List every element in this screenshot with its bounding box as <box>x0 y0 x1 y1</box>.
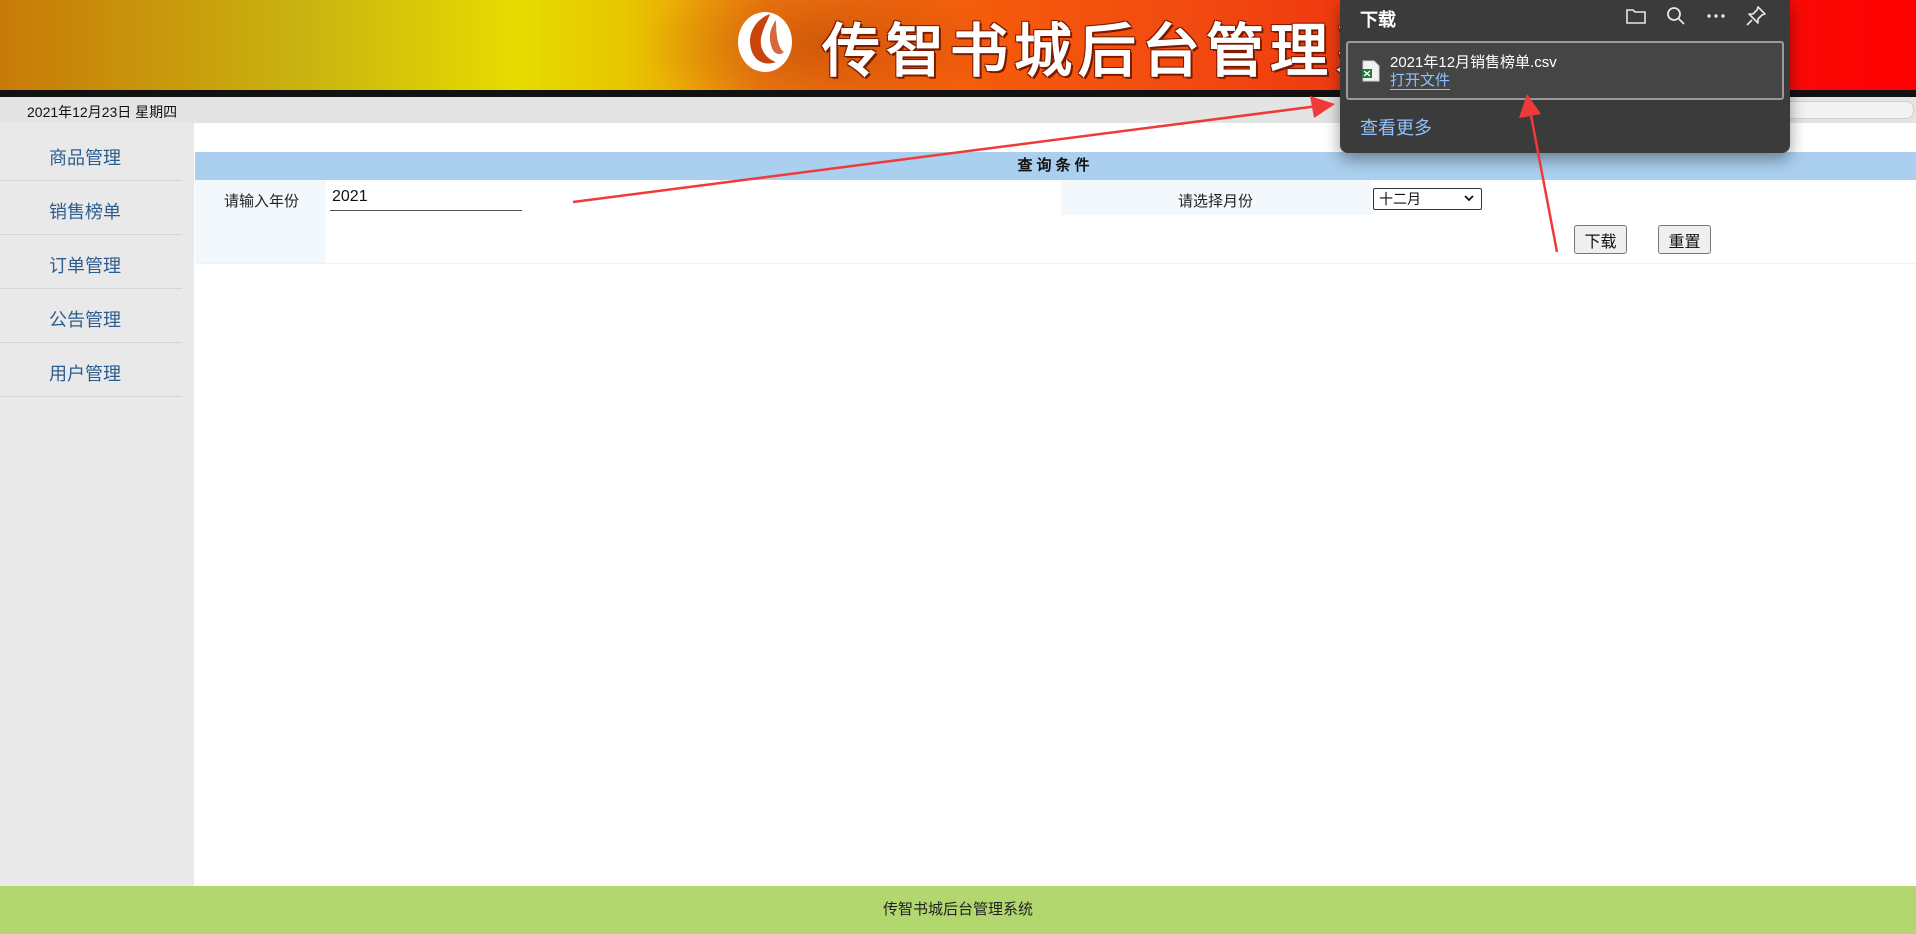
sidebar-item-sales-ranking[interactable]: 销售榜单 <box>0 181 182 235</box>
open-file-link[interactable]: 打开文件 <box>1390 72 1451 90</box>
chevron-down-icon <box>1464 195 1474 202</box>
download-item[interactable]: 2021年12月销售榜单.csv 打开文件 <box>1346 41 1784 100</box>
see-more-link[interactable]: 查看更多 <box>1360 114 1432 140</box>
logo-mark-icon <box>738 12 792 72</box>
sidebar-item-notices[interactable]: 公告管理 <box>0 289 182 343</box>
sidebar-item-orders[interactable]: 订单管理 <box>0 235 182 289</box>
download-button[interactable]: 下载 <box>1574 225 1627 254</box>
download-file-name: 2021年12月销售榜单.csv <box>1390 54 1557 71</box>
marquee-scroll-track <box>1772 101 1914 119</box>
month-label: 请选择月份 <box>1178 193 1254 210</box>
downloads-panel: 下载 2021年12月销售榜单.csv 打开文件 查看更多 <box>1340 0 1790 153</box>
reset-button[interactable]: 重置 <box>1658 225 1711 254</box>
query-conditions-header: 查询条件 <box>195 152 1916 180</box>
month-select[interactable]: 十二月 <box>1373 188 1482 210</box>
year-input[interactable] <box>330 183 522 211</box>
footer: 传智书城后台管理系统 <box>0 886 1916 934</box>
pin-icon[interactable] <box>1744 4 1768 28</box>
sidebar-item-users[interactable]: 用户管理 <box>0 343 182 397</box>
query-divider <box>195 263 1916 264</box>
folder-icon[interactable] <box>1624 4 1648 28</box>
downloads-title: 下载 <box>1360 10 1396 30</box>
excel-file-icon <box>1362 60 1380 82</box>
more-icon[interactable] <box>1704 4 1728 28</box>
month-select-value: 十二月 <box>1379 191 1421 207</box>
search-icon[interactable] <box>1664 4 1688 28</box>
sidebar-item-products[interactable]: 商品管理 <box>0 127 182 181</box>
year-label: 请输入年份 <box>224 193 300 210</box>
sidebar: 商品管理 销售榜单 订单管理 公告管理 用户管理 <box>0 123 194 886</box>
current-date: 2021年12月23日 星期四 <box>27 104 178 120</box>
